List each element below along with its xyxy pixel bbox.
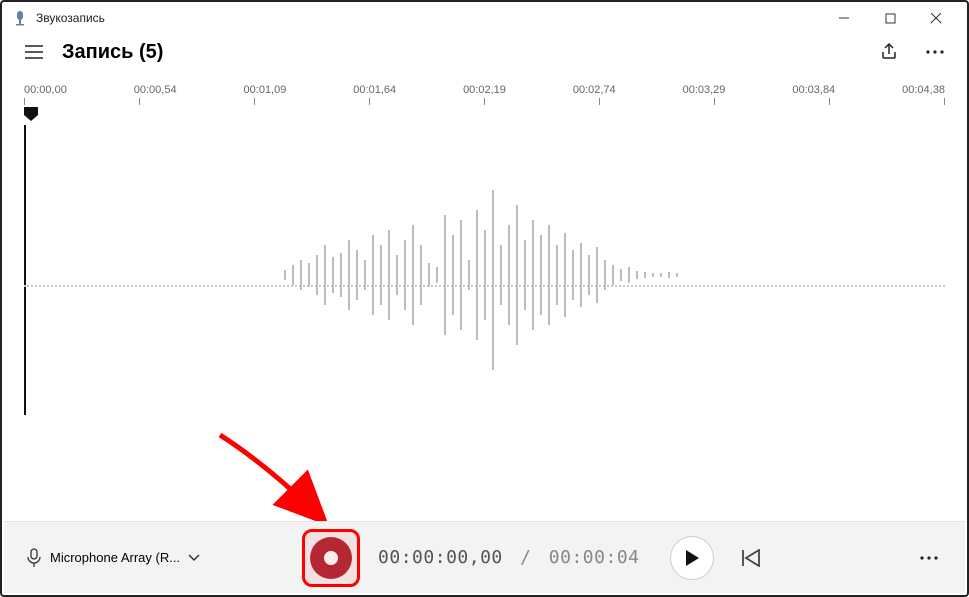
ruler-label: 00:04,38 (902, 84, 945, 96)
ruler-label: 00:03,29 (683, 84, 726, 96)
ruler-label: 00:01,09 (244, 84, 287, 96)
minimize-button[interactable] (821, 2, 867, 34)
ruler-label: 00:00,54 (134, 84, 177, 96)
footer-more-button[interactable] (915, 544, 943, 572)
maximize-button[interactable] (867, 2, 913, 34)
record-button[interactable] (310, 537, 352, 579)
microphone-icon (26, 548, 42, 568)
app-icon (12, 10, 28, 26)
skip-back-button[interactable] (736, 543, 766, 573)
ruler-label: 00:01,64 (353, 84, 396, 96)
timeline-ruler: 00:00,00 00:00,54 00:01,09 00:01,64 00:0… (2, 76, 967, 96)
waveform-area[interactable] (24, 125, 945, 425)
skip-back-icon (741, 549, 761, 567)
time-separator: / (520, 547, 531, 568)
window-controls (821, 2, 959, 34)
more-button[interactable] (921, 38, 949, 66)
header: Запись (5) (2, 34, 967, 76)
record-icon (324, 551, 338, 565)
titlebar: Звукозапись (2, 2, 967, 34)
footer: Microphone Array (R... 00:00:00,00 / 00:… (4, 521, 965, 593)
mic-selector[interactable]: Microphone Array (R... (26, 548, 200, 568)
menu-button[interactable] (20, 38, 48, 66)
ruler-label: 00:02,74 (573, 84, 616, 96)
chevron-down-icon (188, 554, 200, 562)
play-icon (684, 549, 700, 567)
playhead-icon[interactable] (24, 107, 38, 126)
mic-label: Microphone Array (R... (50, 550, 180, 565)
close-button[interactable] (913, 2, 959, 34)
time-total: 00:00:04 (549, 547, 640, 568)
recording-title: Запись (5) (62, 41, 163, 64)
window-title: Звукозапись (36, 11, 105, 25)
ruler-label: 00:02,19 (463, 84, 506, 96)
playhead-track[interactable] (24, 107, 945, 125)
timeline-ticks (2, 96, 967, 105)
play-button[interactable] (670, 536, 714, 580)
waveform (24, 125, 945, 425)
time-display: 00:00:00,00 / 00:00:04 (378, 547, 639, 568)
ruler-label: 00:00,00 (24, 84, 67, 96)
ruler-label: 00:03,84 (792, 84, 835, 96)
time-elapsed: 00:00:00,00 (378, 547, 503, 568)
share-button[interactable] (875, 38, 903, 66)
